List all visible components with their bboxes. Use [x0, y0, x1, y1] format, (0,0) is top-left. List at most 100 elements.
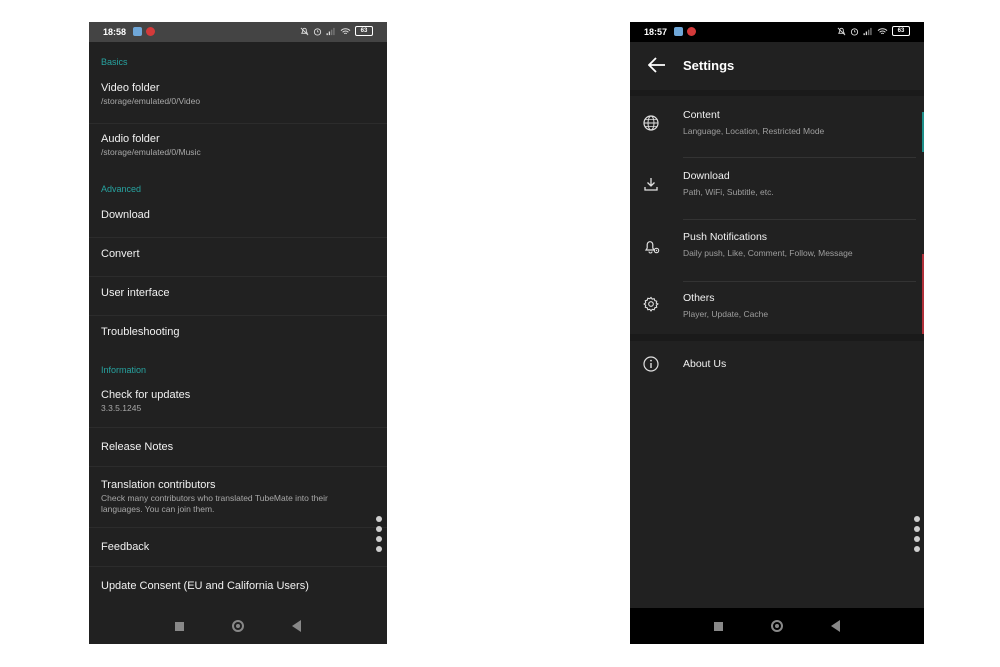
- page-title: Settings: [683, 58, 735, 73]
- info-icon: [643, 356, 659, 372]
- item-title: Release Notes: [101, 441, 174, 453]
- home-button[interactable]: [232, 620, 244, 632]
- item-subtitle: Path, WiFi, Subtitle, etc.: [683, 187, 774, 197]
- navigation-bar: [630, 608, 924, 644]
- item-label: About Us: [683, 358, 727, 370]
- gear-icon: [643, 296, 659, 312]
- section-information: Information: [101, 365, 147, 375]
- app-notification-icon: [674, 27, 683, 36]
- settings-item-content[interactable]: Content Language, Location, Restricted M…: [630, 96, 924, 157]
- download-icon: [644, 178, 658, 191]
- item-title: Download: [101, 209, 150, 221]
- status-bar: 18:57 63: [630, 22, 924, 42]
- more-options-dots[interactable]: [376, 516, 382, 552]
- bell-gear-icon: [644, 241, 660, 254]
- separator-band: [630, 334, 924, 341]
- feedback-item[interactable]: Feedback: [89, 529, 387, 565]
- divider: [89, 237, 387, 238]
- item-subtitle: Language, Location, Restricted Mode: [683, 126, 825, 136]
- alarm-icon: [850, 27, 859, 36]
- back-button[interactable]: [292, 620, 301, 632]
- battery-icon: 63: [892, 26, 910, 36]
- arrow-left-icon[interactable]: [648, 57, 666, 73]
- divider: [89, 527, 387, 528]
- update-consent-item[interactable]: Update Consent (EU and California Users): [89, 568, 387, 604]
- dot: [376, 546, 382, 552]
- battery-icon: 63: [355, 26, 373, 36]
- dot: [914, 516, 920, 522]
- settings-item-push-notifications[interactable]: Push Notifications Daily push, Like, Com…: [630, 220, 924, 281]
- status-time: 18:58: [103, 27, 127, 37]
- mute-bell-icon: [837, 27, 846, 35]
- back-button[interactable]: [831, 620, 840, 632]
- navigation-bar: [89, 608, 387, 644]
- divider: [89, 123, 387, 124]
- status-icons: 63: [300, 26, 373, 36]
- app-notification-icon: [133, 27, 142, 36]
- item-subtitle: Player, Update, Cache: [683, 309, 769, 319]
- item-title: Translation contributors: [101, 479, 216, 491]
- settings-item-download[interactable]: Download Path, WiFi, Subtitle, etc.: [630, 158, 924, 219]
- signal-icon: [863, 27, 872, 35]
- item-title: Convert: [101, 248, 140, 260]
- item-title: Troubleshooting: [101, 326, 180, 338]
- item-title: Update Consent (EU and California Users): [101, 580, 309, 592]
- status-icons: 63: [837, 26, 910, 36]
- item-subtitle: /storage/emulated/0/Music: [101, 147, 201, 157]
- convert-item[interactable]: Convert: [89, 239, 387, 275]
- empty-content-area: [630, 386, 924, 608]
- dot: [376, 526, 382, 532]
- divider: [89, 315, 387, 316]
- alarm-icon: [313, 27, 322, 36]
- dot: [376, 516, 382, 522]
- wifi-icon: [340, 27, 351, 34]
- home-button[interactable]: [771, 620, 783, 632]
- dot: [914, 536, 920, 542]
- phone-left-settings: 18:58 63 Basics Video folder /storage/em…: [89, 22, 387, 644]
- status-bar: 18:58 63: [89, 22, 387, 42]
- settings-item-others[interactable]: Others Player, Update, Cache: [630, 282, 924, 334]
- edge-accent: [922, 254, 924, 334]
- divider: [89, 276, 387, 277]
- item-subtitle: 3.3.5.1245: [101, 403, 142, 413]
- item-label: Download: [683, 170, 730, 182]
- dot: [914, 526, 920, 532]
- troubleshooting-item[interactable]: Troubleshooting: [89, 317, 387, 353]
- translation-contributors-item[interactable]: Translation contributors Check many cont…: [89, 468, 387, 526]
- app-notification-icon: [146, 27, 155, 36]
- download-item[interactable]: Download: [89, 200, 387, 236]
- divider: [89, 566, 387, 567]
- check-updates-item[interactable]: Check for updates 3.3.5.1245: [89, 382, 387, 426]
- recents-button[interactable]: [714, 621, 723, 631]
- globe-icon: [643, 115, 659, 131]
- user-interface-item[interactable]: User interface: [89, 278, 387, 314]
- item-title: Feedback: [101, 541, 150, 553]
- item-subtitle: Daily push, Like, Comment, Follow, Messa…: [683, 248, 853, 258]
- app-notification-icon: [687, 27, 696, 36]
- divider: [89, 466, 387, 467]
- release-notes-item[interactable]: Release Notes: [89, 429, 387, 465]
- signal-icon: [326, 27, 335, 35]
- mute-bell-icon: [300, 27, 309, 35]
- settings-item-about-us[interactable]: About Us: [630, 341, 924, 386]
- item-label: Content: [683, 109, 720, 121]
- item-title: Check for updates: [101, 389, 191, 401]
- video-folder-item[interactable]: Video folder /storage/emulated/0/Video: [89, 74, 387, 122]
- recents-button[interactable]: [175, 621, 184, 631]
- phone-right-settings: 18:57 63 Settings Content Language, Loca…: [630, 22, 924, 644]
- audio-folder-item[interactable]: Audio folder /storage/emulated/0/Music: [89, 125, 387, 173]
- dot: [914, 546, 920, 552]
- status-time: 18:57: [644, 27, 668, 37]
- wifi-icon: [877, 27, 888, 34]
- section-basics: Basics: [101, 57, 128, 67]
- divider: [89, 427, 387, 428]
- item-subtitle: Check many contributors who translated T…: [101, 493, 328, 514]
- item-label: Push Notifications: [683, 231, 768, 243]
- item-subtitle: /storage/emulated/0/Video: [101, 96, 201, 106]
- section-advanced: Advanced: [101, 184, 142, 194]
- dot: [376, 536, 382, 542]
- item-label: Others: [683, 292, 715, 304]
- more-options-dots[interactable]: [914, 516, 920, 552]
- item-title: Audio folder: [101, 133, 160, 145]
- edge-accent: [922, 112, 924, 152]
